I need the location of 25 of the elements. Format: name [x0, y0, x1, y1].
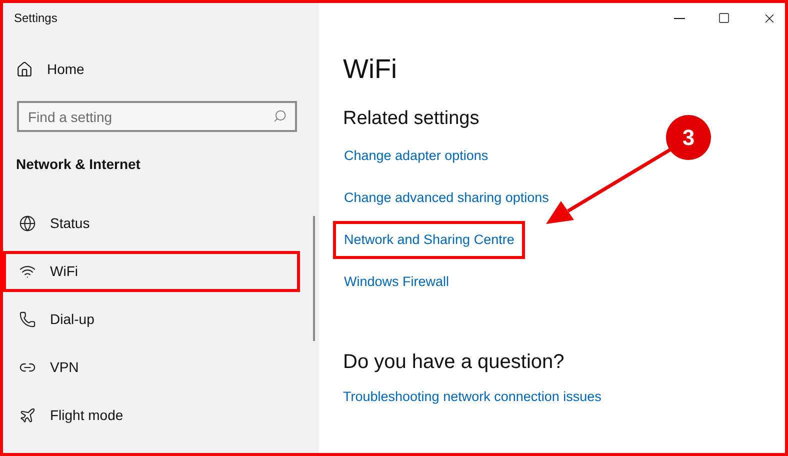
globe-icon — [19, 214, 36, 232]
sidebar-item[interactable]: VPN — [3, 346, 300, 388]
link[interactable]: Troubleshooting network connection issues — [343, 387, 602, 408]
maximize-button[interactable] — [716, 12, 732, 24]
page-title: WiFi — [343, 53, 397, 85]
search-field[interactable]: Find a setting — [17, 101, 297, 132]
step-badge: 3 — [666, 115, 711, 160]
sidebar-item[interactable]: Flight mode — [3, 394, 300, 436]
plane-icon — [19, 406, 36, 424]
link[interactable]: Network and Sharing Centre — [333, 221, 526, 259]
home-icon — [16, 61, 33, 78]
section-heading: Network & Internet — [16, 155, 140, 174]
home-item[interactable]: Home — [16, 59, 84, 80]
link[interactable]: Change adapter options — [333, 137, 500, 175]
link[interactable]: Windows Firewall — [333, 263, 460, 301]
section-heading: Related settings — [343, 107, 480, 131]
search-icon — [273, 109, 287, 123]
sidebar-item[interactable]: Status — [3, 202, 300, 244]
maximize-icon — [718, 12, 730, 24]
link[interactable]: Change advanced sharing options — [333, 179, 560, 217]
phone-icon — [19, 310, 36, 328]
sidebar-item[interactable]: Dial-up — [3, 298, 300, 340]
sidebar-item[interactable]: WiFi — [3, 250, 300, 292]
window-title: Settings — [14, 11, 58, 25]
section-heading: Do you have a question? — [343, 350, 564, 375]
